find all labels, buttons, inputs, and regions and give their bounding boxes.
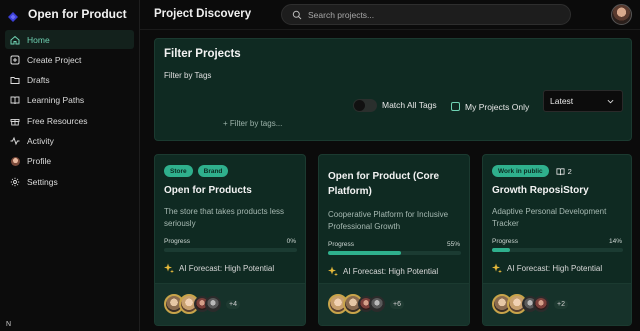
match-all-toggle[interactable] bbox=[353, 99, 377, 112]
search-box[interactable] bbox=[281, 4, 571, 25]
topbar: Project Discovery bbox=[140, 0, 640, 30]
book-open-icon bbox=[556, 167, 565, 175]
sidebar-item-create-project[interactable]: Create Project bbox=[5, 50, 134, 69]
contributor-avatar bbox=[205, 296, 221, 312]
sidebar-item-drafts[interactable]: Drafts bbox=[5, 71, 134, 90]
contributor-avatar bbox=[533, 296, 549, 312]
progress-value: 0% bbox=[286, 238, 296, 245]
bottom-avatar[interactable]: N bbox=[6, 321, 20, 331]
sidebar: Open for Product Home Create Project Dra… bbox=[0, 0, 140, 331]
card-footer: +6 bbox=[319, 283, 469, 325]
sidebar-item-home[interactable]: Home bbox=[5, 30, 134, 49]
card-title[interactable]: Open for Product (Core Platform) bbox=[328, 169, 464, 199]
contributor-avatars[interactable]: +4 bbox=[164, 294, 240, 314]
progress-label: Progress bbox=[164, 238, 191, 245]
progress-fill bbox=[328, 251, 402, 255]
sidebar-item-free-resources[interactable]: Free Resources bbox=[5, 111, 134, 130]
folder-icon bbox=[10, 75, 20, 85]
card-description: Adaptive Personal Development Tracker bbox=[492, 207, 607, 228]
sidebar-item-label: Learning Paths bbox=[27, 95, 85, 106]
filter-title: Filter Projects bbox=[164, 48, 241, 60]
card-footer: +4 bbox=[155, 283, 305, 325]
more-contributors[interactable]: +6 bbox=[390, 299, 404, 309]
sparkle-icon bbox=[328, 266, 338, 276]
brand[interactable]: Open for Product bbox=[0, 0, 139, 28]
gift-icon bbox=[10, 116, 20, 126]
progress-value: 55% bbox=[446, 241, 460, 248]
progress-fill bbox=[492, 248, 511, 252]
user-avatar[interactable] bbox=[611, 4, 632, 25]
my-projects-checkbox[interactable] bbox=[451, 102, 460, 111]
card-description: Cooperative Platform for Inclusive Profe… bbox=[328, 210, 449, 231]
ai-forecast: AI Forecast: High Potential bbox=[328, 266, 438, 276]
sidebar-nav: Home Create Project Drafts Learning Path… bbox=[0, 30, 139, 191]
app-name: Open for Product bbox=[28, 7, 127, 21]
sidebar-item-activity[interactable]: Activity bbox=[5, 131, 134, 150]
ai-forecast-text: AI Forecast: High Potential bbox=[343, 266, 439, 276]
card-tags: Store Brand bbox=[164, 165, 229, 177]
sidebar-item-profile[interactable]: Profile bbox=[5, 152, 134, 171]
project-card[interactable]: Store Brand Open for Products The store … bbox=[154, 154, 306, 326]
book-icon bbox=[10, 95, 20, 105]
project-card[interactable]: Work in public 2 Growth ReposiStory Adap… bbox=[482, 154, 632, 326]
ai-forecast-text: AI Forecast: High Potential bbox=[179, 263, 275, 273]
docs-count[interactable]: 2 bbox=[556, 167, 572, 176]
card-tags: Work in public 2 bbox=[492, 165, 572, 177]
ai-forecast: AI Forecast: High Potential bbox=[492, 263, 602, 273]
page-title: Project Discovery bbox=[154, 8, 252, 20]
card-footer: +2 bbox=[483, 283, 631, 325]
profile-avatar-icon bbox=[10, 156, 20, 166]
sort-select[interactable]: Latest bbox=[543, 90, 623, 112]
sparkle-icon bbox=[164, 263, 174, 273]
tag-badge[interactable]: Store bbox=[164, 165, 193, 177]
more-contributors[interactable]: +2 bbox=[554, 299, 568, 309]
sidebar-item-label: Home bbox=[27, 34, 50, 45]
progress-label: Progress bbox=[328, 241, 355, 248]
sidebar-item-label: Activity bbox=[27, 135, 54, 146]
my-projects-label: My Projects Only bbox=[465, 102, 530, 112]
progress-label: Progress bbox=[492, 238, 519, 245]
match-all-label: Match All Tags bbox=[382, 100, 437, 110]
ai-forecast-text: AI Forecast: High Potential bbox=[507, 263, 603, 273]
progress-bar bbox=[492, 248, 623, 252]
sidebar-item-label: Settings bbox=[27, 176, 58, 187]
more-contributors[interactable]: +4 bbox=[226, 299, 240, 309]
chevron-down-icon bbox=[607, 99, 614, 104]
sidebar-item-settings[interactable]: Settings bbox=[5, 172, 134, 191]
contributor-avatar bbox=[369, 296, 385, 312]
sidebar-item-learning-paths[interactable]: Learning Paths bbox=[5, 91, 134, 110]
project-card[interactable]: Open for Product (Core Platform) Coopera… bbox=[318, 154, 470, 326]
tag-badge[interactable]: Brand bbox=[197, 165, 229, 177]
progress-bar bbox=[164, 248, 297, 252]
plus-square-icon bbox=[10, 55, 20, 65]
progress-bar bbox=[328, 251, 461, 255]
filter-panel: Filter Projects Filter by Tags + Filter … bbox=[154, 38, 632, 141]
tag-badge[interactable]: Work in public bbox=[492, 165, 549, 177]
home-icon bbox=[10, 35, 20, 45]
card-description: The store that takes products less serio… bbox=[164, 207, 285, 228]
gear-icon bbox=[10, 177, 20, 187]
filter-subtitle: Filter by Tags bbox=[164, 71, 212, 80]
card-title[interactable]: Growth ReposiStory bbox=[492, 183, 628, 198]
sparkle-icon bbox=[492, 263, 502, 273]
card-title[interactable]: Open for Products bbox=[164, 183, 300, 198]
progress-value: 14% bbox=[608, 238, 622, 245]
sidebar-item-label: Create Project bbox=[27, 54, 82, 65]
sidebar-item-label: Drafts bbox=[27, 75, 50, 86]
sidebar-item-label: Free Resources bbox=[27, 115, 88, 126]
activity-icon bbox=[10, 136, 20, 146]
sidebar-item-label: Profile bbox=[27, 156, 52, 167]
logo-icon bbox=[8, 9, 18, 22]
contributor-avatars[interactable]: +2 bbox=[492, 294, 568, 314]
sort-select-value: Latest bbox=[550, 96, 574, 106]
search-input[interactable] bbox=[308, 9, 558, 20]
tag-filter-input[interactable]: + Filter by tags... bbox=[223, 119, 282, 128]
contributor-avatars[interactable]: +6 bbox=[328, 294, 404, 314]
search-icon bbox=[292, 10, 302, 19]
docs-count-value: 2 bbox=[567, 166, 572, 176]
ai-forecast: AI Forecast: High Potential bbox=[164, 263, 274, 273]
